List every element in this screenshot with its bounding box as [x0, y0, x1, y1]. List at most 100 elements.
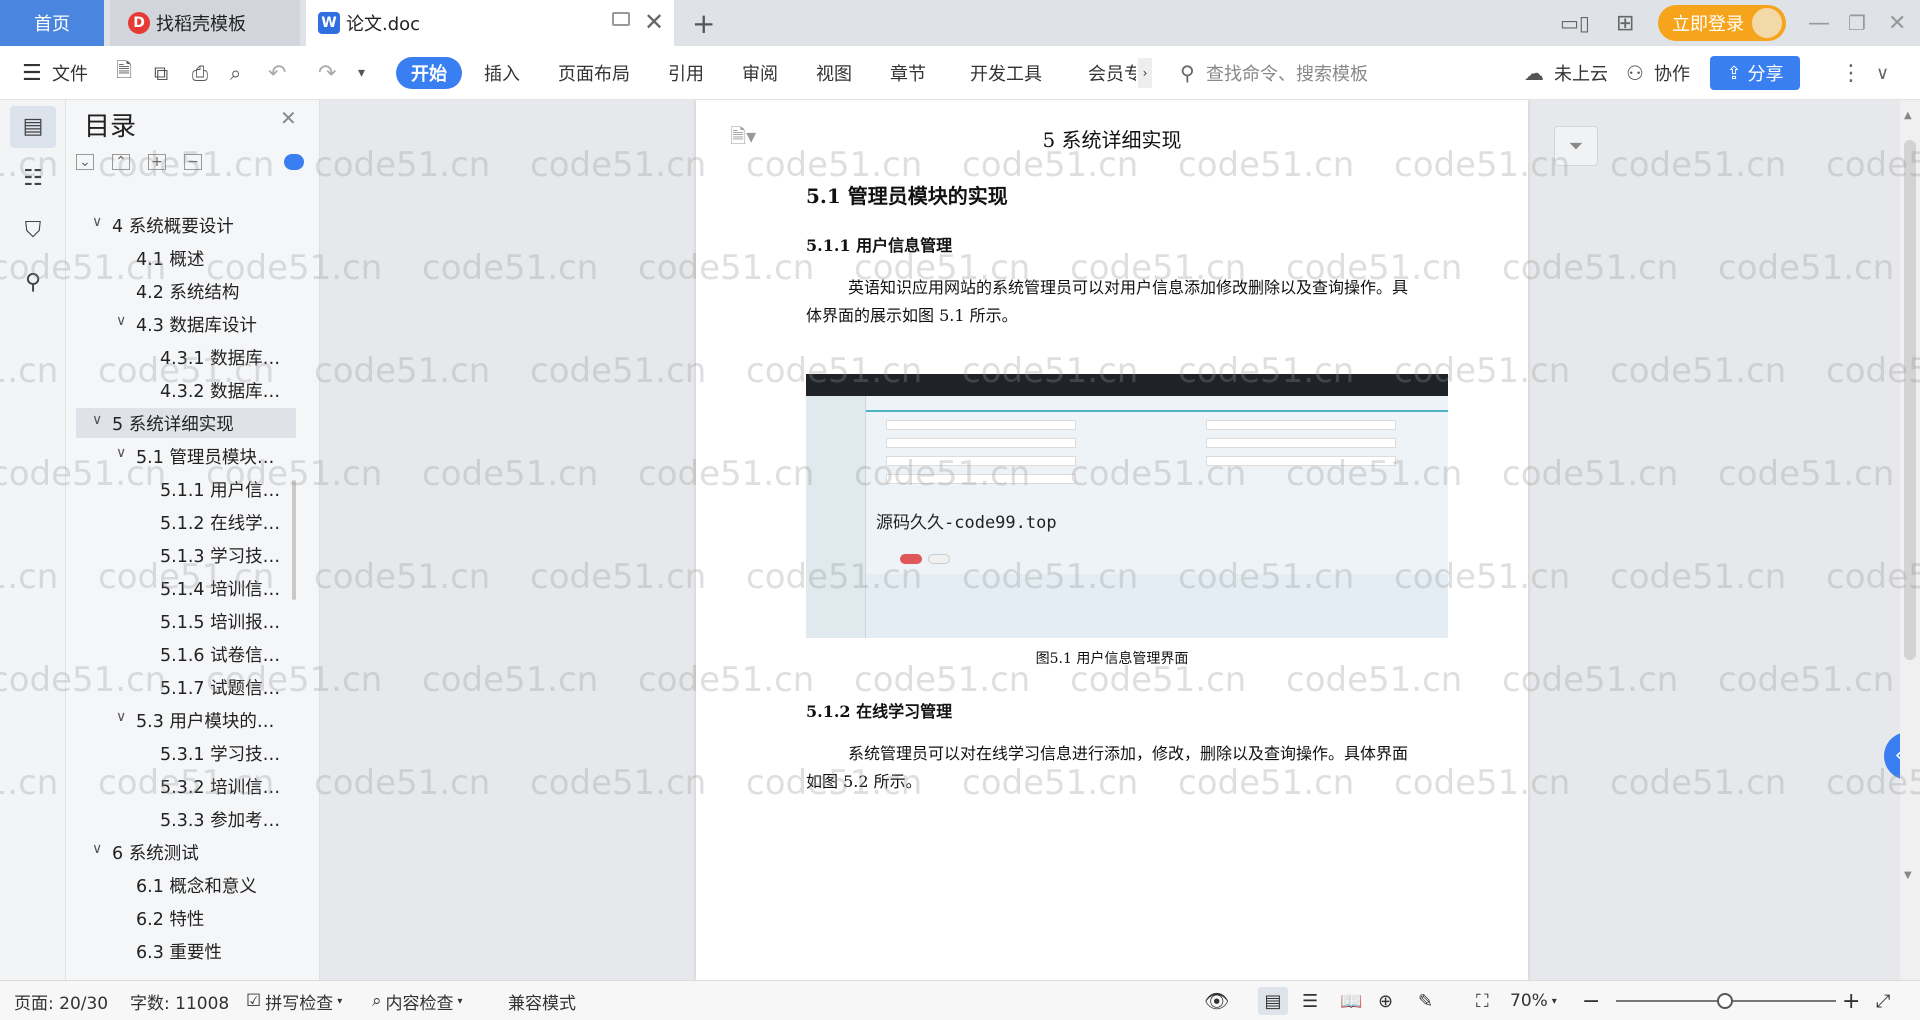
toc-item[interactable]: ∨ 4.3 数据库设计: [66, 309, 294, 339]
expand-panel-button[interactable]: ‹: [1884, 732, 1900, 780]
print-icon[interactable]: ⎙: [192, 46, 208, 100]
ribbon-tab-layout[interactable]: 页面布局: [558, 46, 630, 100]
more-dropdown-icon[interactable]: ▾: [358, 46, 365, 100]
ribbon-tab-view[interactable]: 视图: [816, 46, 852, 100]
scroll-thumb[interactable]: [1904, 140, 1916, 660]
share-button[interactable]: ⇪ 分享: [1710, 56, 1800, 90]
toc-item[interactable]: 4.1 概述: [66, 243, 294, 273]
zoom-level[interactable]: 70% ▾: [1510, 981, 1557, 1020]
toc-item[interactable]: 5.1.4 培训信…: [66, 573, 294, 603]
toc-item[interactable]: ∨ 5 系统详细实现: [76, 408, 296, 438]
add-heading-icon[interactable]: +: [148, 154, 166, 170]
menu-icon[interactable]: ☰: [22, 46, 42, 100]
collapse-all-icon[interactable]: ⌄: [76, 154, 94, 170]
navigation-icon[interactable]: ☷: [10, 158, 56, 200]
tab-document[interactable]: W 论文.doc ✕: [306, 0, 674, 46]
toc-item[interactable]: ∨ 5.3 用户模块的…: [66, 705, 294, 735]
chevron-down-icon[interactable]: ∨: [116, 709, 126, 725]
chevron-down-icon[interactable]: ∨: [92, 412, 102, 428]
chevron-down-icon[interactable]: ∨: [116, 445, 126, 461]
word-count[interactable]: 字数: 11008: [130, 981, 229, 1020]
content-check[interactable]: ⌕ 内容检查 ▾: [372, 981, 463, 1020]
redo-icon[interactable]: ↷: [318, 46, 336, 100]
collab-icon[interactable]: ⚇: [1626, 46, 1644, 100]
fit-page-icon[interactable]: ⛶: [1476, 981, 1489, 1020]
toc-item[interactable]: ∨ 4 系统概要设计: [66, 210, 294, 240]
collab-button[interactable]: 协作: [1654, 46, 1690, 100]
tab-home[interactable]: 首页: [0, 0, 104, 46]
page-count[interactable]: 页面: 20/30: [14, 981, 108, 1020]
undo-icon[interactable]: ↶: [268, 46, 286, 100]
toc-item[interactable]: 4.3.2 数据库…: [66, 375, 294, 405]
toc-item[interactable]: ∨ 5.1 管理员模块…: [66, 441, 294, 471]
toc-item[interactable]: 5.1.6 试卷信…: [66, 639, 294, 669]
chevron-down-icon[interactable]: ∨: [92, 841, 102, 857]
ribbon-tab-insert[interactable]: 插入: [484, 46, 520, 100]
eye-protect-icon[interactable]: 👁: [1204, 981, 1229, 1020]
spell-check[interactable]: ☑ 拼写检查 ▾: [246, 981, 342, 1020]
save-icon[interactable]: 🗎: [116, 46, 132, 100]
toc-item[interactable]: 4.2 系统结构: [66, 276, 294, 306]
filter-icon[interactable]: ⏷: [1554, 126, 1598, 166]
close-tab-icon[interactable]: ✕: [644, 8, 664, 36]
ribbon-tab-reference[interactable]: 引用: [668, 46, 704, 100]
monitor-icon[interactable]: [612, 12, 630, 26]
zoom-out-icon[interactable]: −: [1582, 981, 1600, 1020]
cloud-icon[interactable]: ☁: [1524, 46, 1544, 100]
toc-smart-icon[interactable]: [284, 154, 304, 170]
vertical-scrollbar[interactable]: ▲ ▼: [1900, 100, 1920, 980]
file-menu[interactable]: 文件: [52, 46, 88, 100]
write-mode-icon[interactable]: ✎: [1418, 981, 1433, 1020]
remove-heading-icon[interactable]: −: [184, 154, 202, 170]
ribbon-tab-member[interactable]: 会员专: [1088, 46, 1136, 100]
bookmark-icon[interactable]: ⛉: [10, 210, 56, 252]
restore-icon[interactable]: ❐: [1848, 0, 1866, 46]
outline-view-icon[interactable]: ☰: [1302, 981, 1318, 1020]
find-icon[interactable]: ⚲: [10, 262, 56, 304]
toc-item[interactable]: 5.1.1 用户信…: [66, 474, 294, 504]
search-icon[interactable]: ⚲: [1180, 46, 1195, 100]
tab-template[interactable]: D 找稻壳模板: [110, 0, 300, 46]
zoom-in-icon[interactable]: +: [1842, 981, 1860, 1020]
ribbon-tab-review[interactable]: 审阅: [742, 46, 778, 100]
collapse-ribbon-icon[interactable]: ∨: [1876, 46, 1889, 100]
chevron-down-icon[interactable]: ∨: [116, 313, 126, 329]
ribbon-tab-start[interactable]: 开始: [396, 57, 462, 89]
scroll-down-icon[interactable]: ▼: [1904, 870, 1916, 881]
toc-item[interactable]: 5.1.2 在线学…: [66, 507, 294, 537]
toc-panel-icon[interactable]: ▤: [10, 106, 56, 148]
close-window-icon[interactable]: ✕: [1888, 0, 1906, 46]
toc-item[interactable]: 5.3.1 学习技…: [66, 738, 294, 768]
layout-icon[interactable]: ▭▯: [1560, 0, 1590, 46]
preview-icon[interactable]: ⌕: [230, 46, 241, 100]
zoom-slider-thumb[interactable]: [1717, 993, 1734, 1009]
new-tab-button[interactable]: +: [692, 0, 715, 46]
expand-up-icon[interactable]: ⌃: [112, 154, 130, 170]
toc-item[interactable]: 5.3.3 参加考…: [66, 804, 294, 834]
export-icon[interactable]: ⧉: [154, 46, 168, 100]
chevron-down-icon[interactable]: ∨: [92, 214, 102, 230]
grid-apps-icon[interactable]: ⊞: [1616, 0, 1634, 46]
toc-item[interactable]: 5.3.2 培训信…: [66, 771, 294, 801]
toc-item[interactable]: 6.1 概念和意义: [66, 870, 294, 900]
read-view-icon[interactable]: 📖: [1340, 981, 1362, 1020]
toc-close-icon[interactable]: ✕: [280, 106, 297, 130]
fullscreen-icon[interactable]: ⤢: [1876, 981, 1890, 1020]
ribbon-tab-chapter[interactable]: 章节: [890, 46, 926, 100]
more-options-icon[interactable]: ⋮: [1840, 46, 1862, 100]
toc-item[interactable]: 4.3.1 数据库…: [66, 342, 294, 372]
toc-scrollbar[interactable]: [292, 480, 296, 600]
minimize-icon[interactable]: —: [1808, 0, 1830, 46]
cloud-status[interactable]: 未上云: [1554, 46, 1608, 100]
toc-item[interactable]: 6.2 特性: [66, 903, 294, 933]
toc-item[interactable]: 5.1.7 试题信…: [66, 672, 294, 702]
scroll-up-icon[interactable]: ▲: [1904, 110, 1916, 121]
command-search[interactable]: 查找命令、搜索模板: [1206, 46, 1368, 100]
web-view-icon[interactable]: ⊕: [1378, 981, 1393, 1020]
toc-item[interactable]: 5.1.3 学习技…: [66, 540, 294, 570]
ribbon-scroll-right[interactable]: ›: [1138, 58, 1152, 88]
toc-item[interactable]: 6.3 重要性: [66, 936, 294, 966]
toc-item[interactable]: 5.1.5 培训报…: [66, 606, 294, 636]
login-button[interactable]: 立即登录: [1658, 5, 1786, 41]
page-view-icon[interactable]: ▤: [1258, 987, 1288, 1015]
